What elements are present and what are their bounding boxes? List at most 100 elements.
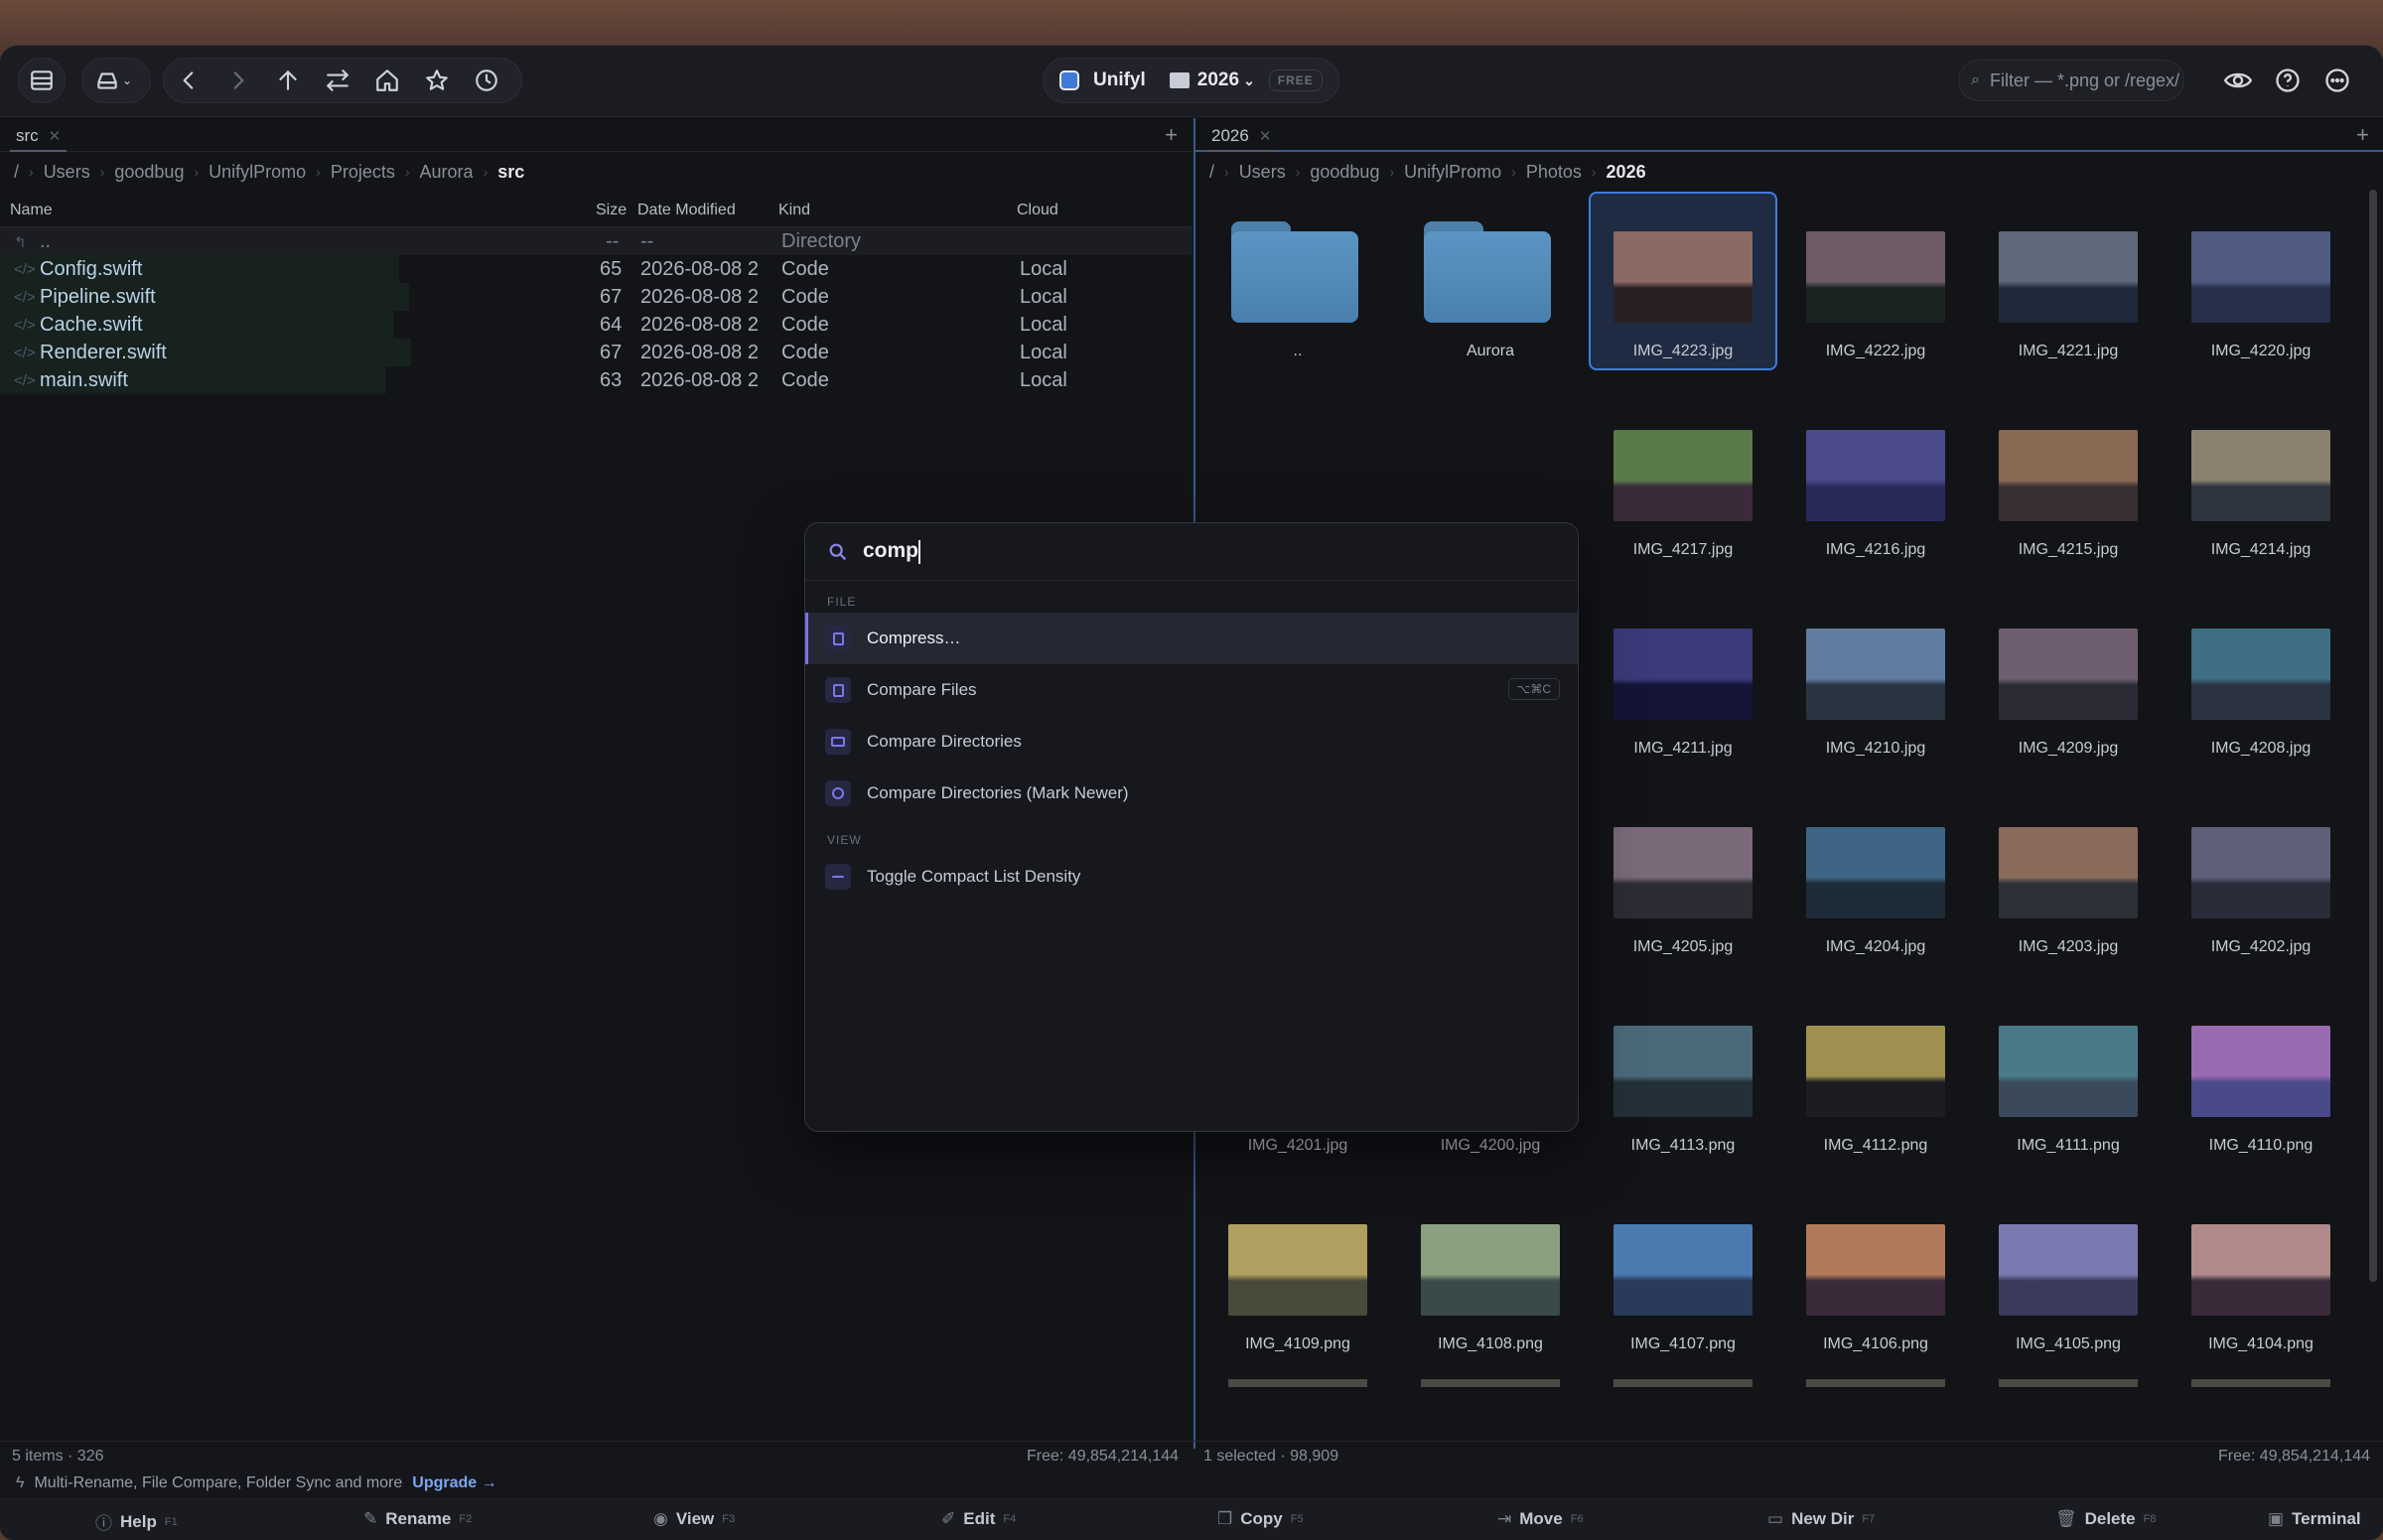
- current-folder[interactable]: 2026: [1197, 70, 1239, 91]
- rename-fkey[interactable]: ✎ Rename F2: [363, 1509, 472, 1529]
- tab-src[interactable]: src ✕: [10, 122, 68, 152]
- help-button[interactable]: [2270, 60, 2306, 101]
- edit-fkey[interactable]: ✐ Edit F4: [941, 1509, 1016, 1529]
- parent-directory-row[interactable]: ↰ .. -- -- Directory: [0, 227, 1192, 255]
- new-dir-fkey[interactable]: ▭ New Dir F7: [1767, 1509, 1875, 1529]
- crumb-users[interactable]: Users: [1239, 162, 1286, 183]
- filter-input[interactable]: ⌕ Filter — *.png or /regex/: [1958, 60, 2184, 101]
- image-file-item[interactable]: IMG_4106.png: [1773, 1190, 1962, 1379]
- up-button[interactable]: [263, 58, 313, 103]
- crumb-unifylpromo[interactable]: UnifylPromo: [209, 162, 306, 183]
- image-file-item[interactable]: IMG_4209.jpg: [1966, 595, 2155, 783]
- move-fkey[interactable]: ⇥ Move F6: [1497, 1509, 1584, 1529]
- image-file-item[interactable]: IMG_4204.jpg: [1773, 793, 1962, 982]
- image-file-item[interactable]: IMG_4107.png: [1581, 1190, 1769, 1379]
- crumb-unifylpromo[interactable]: UnifylPromo: [1404, 162, 1501, 183]
- search-icon: [829, 543, 847, 560]
- file-name: IMG_4200.jpg: [1440, 1137, 1541, 1154]
- swap-panes-button[interactable]: [313, 58, 362, 103]
- drive-menu-button[interactable]: ⌄: [81, 58, 151, 103]
- image-file-item[interactable]: IMG_4210.jpg: [1773, 595, 1962, 783]
- folder-item[interactable]: Aurora: [1388, 198, 1577, 386]
- compare-files-icon: [825, 677, 851, 703]
- location-switcher[interactable]: Unifyl 2026 ⌄ FREE: [1043, 58, 1339, 103]
- image-file-item[interactable]: IMG_4222.jpg: [1773, 198, 1962, 386]
- crumb-root[interactable]: /: [1209, 162, 1214, 183]
- command-compare-files[interactable]: Compare Files ⌥⌘C: [805, 664, 1578, 716]
- terminal-fkey[interactable]: ▣ Terminal: [2268, 1509, 2361, 1529]
- column-size[interactable]: Size: [596, 202, 627, 219]
- new-tab-button[interactable]: +: [1165, 122, 1178, 148]
- image-file-item[interactable]: IMG_4112.png: [1773, 992, 1962, 1181]
- help-fkey[interactable]: ⓘ Help F1: [95, 1509, 178, 1534]
- folder-item[interactable]: ..: [1195, 198, 1384, 386]
- right-status: 1 selected · 98,909: [1203, 1448, 1339, 1465]
- image-file-item[interactable]: IMG_4113.png: [1581, 992, 1769, 1181]
- column-kind[interactable]: Kind: [778, 202, 810, 219]
- image-file-item[interactable]: IMG_4108.png: [1388, 1190, 1577, 1379]
- code-file-icon: </>: [14, 372, 36, 389]
- column-name[interactable]: Name: [10, 202, 53, 219]
- crumb-aurora[interactable]: Aurora: [420, 162, 474, 183]
- crumb-2026[interactable]: 2026: [1607, 162, 1646, 183]
- delete-fkey[interactable]: 🗑 Delete F8: [2055, 1509, 2156, 1529]
- row-kind: Code: [781, 258, 829, 280]
- close-icon[interactable]: ✕: [1259, 127, 1272, 145]
- image-file-item[interactable]: IMG_4214.jpg: [2159, 396, 2347, 585]
- crumb-projects[interactable]: Projects: [331, 162, 395, 183]
- back-button[interactable]: [164, 58, 213, 103]
- image-file-item[interactable]: IMG_4217.jpg: [1581, 396, 1769, 585]
- table-row[interactable]: </> Config.swift 65 2026-08-08 2 Code Lo…: [0, 255, 1192, 283]
- image-file-item[interactable]: IMG_4215.jpg: [1966, 396, 2155, 585]
- image-file-item[interactable]: IMG_4223.jpg: [1581, 192, 1777, 386]
- image-file-item[interactable]: IMG_4211.jpg: [1581, 595, 1769, 783]
- table-row[interactable]: </> main.swift 63 2026-08-08 2 Code Loca…: [0, 366, 1192, 394]
- tab-2026[interactable]: 2026 ✕: [1205, 122, 1278, 152]
- image-file-item[interactable]: IMG_4216.jpg: [1773, 396, 1962, 585]
- image-file-item[interactable]: IMG_4221.jpg: [1966, 198, 2155, 386]
- crumb-goodbug[interactable]: goodbug: [1310, 162, 1379, 183]
- image-file-item[interactable]: IMG_4111.png: [1966, 992, 2155, 1181]
- file-name: IMG_4104.png: [2208, 1335, 2313, 1352]
- table-row[interactable]: </> Cache.swift 64 2026-08-08 2 Code Loc…: [0, 311, 1192, 339]
- table-row[interactable]: </> Pipeline.swift 67 2026-08-08 2 Code …: [0, 283, 1192, 311]
- image-file-item[interactable]: IMG_4105.png: [1966, 1190, 2155, 1379]
- table-row[interactable]: </> Renderer.swift 67 2026-08-08 2 Code …: [0, 339, 1192, 366]
- crumb-photos[interactable]: Photos: [1526, 162, 1582, 183]
- crumb-src[interactable]: src: [497, 162, 524, 183]
- command-compress[interactable]: Compress…: [805, 613, 1578, 664]
- history-button[interactable]: [462, 58, 511, 103]
- scrollbar[interactable]: [2369, 190, 2377, 1282]
- image-file-item[interactable]: IMG_4205.jpg: [1581, 793, 1769, 982]
- crumb-root[interactable]: /: [14, 162, 19, 183]
- image-file-item[interactable]: IMG_4109.png: [1195, 1190, 1384, 1379]
- command-toggle-compact-density[interactable]: Toggle Compact List Density: [805, 851, 1578, 903]
- image-thumbnail: [1999, 430, 2138, 521]
- crumb-goodbug[interactable]: goodbug: [114, 162, 184, 183]
- column-date-modified[interactable]: Date Modified: [637, 202, 736, 219]
- home-button[interactable]: [362, 58, 412, 103]
- column-cloud[interactable]: Cloud: [1017, 202, 1058, 219]
- sidebar-toggle-button[interactable]: [18, 58, 66, 103]
- image-file-item[interactable]: IMG_4104.png: [2159, 1190, 2347, 1379]
- more-button[interactable]: [2319, 60, 2355, 101]
- upgrade-link[interactable]: Upgrade →: [412, 1474, 496, 1492]
- close-icon[interactable]: ✕: [49, 127, 62, 145]
- file-name: IMG_4107.png: [1630, 1335, 1736, 1352]
- image-file-item[interactable]: IMG_4220.jpg: [2159, 198, 2347, 386]
- view-fkey[interactable]: ◉ View F3: [653, 1509, 735, 1529]
- copy-fkey[interactable]: ❐ Copy F5: [1217, 1509, 1304, 1529]
- command-compare-directories[interactable]: Compare Directories: [805, 716, 1578, 768]
- image-file-item[interactable]: IMG_4110.png: [2159, 992, 2347, 1181]
- crumb-users[interactable]: Users: [44, 162, 90, 183]
- command-compare-directories-mark-newer[interactable]: Compare Directories (Mark Newer): [805, 768, 1578, 819]
- image-file-item[interactable]: IMG_4208.jpg: [2159, 595, 2347, 783]
- favorites-button[interactable]: [412, 58, 462, 103]
- new-tab-button[interactable]: +: [2356, 122, 2369, 148]
- image-file-item[interactable]: IMG_4202.jpg: [2159, 793, 2347, 982]
- forward-button[interactable]: [213, 58, 263, 103]
- palette-search-input[interactable]: comp: [805, 523, 1578, 581]
- image-file-item[interactable]: IMG_4203.jpg: [1966, 793, 2155, 982]
- fkey-key: F4: [1003, 1513, 1017, 1525]
- preview-button[interactable]: [2220, 60, 2256, 101]
